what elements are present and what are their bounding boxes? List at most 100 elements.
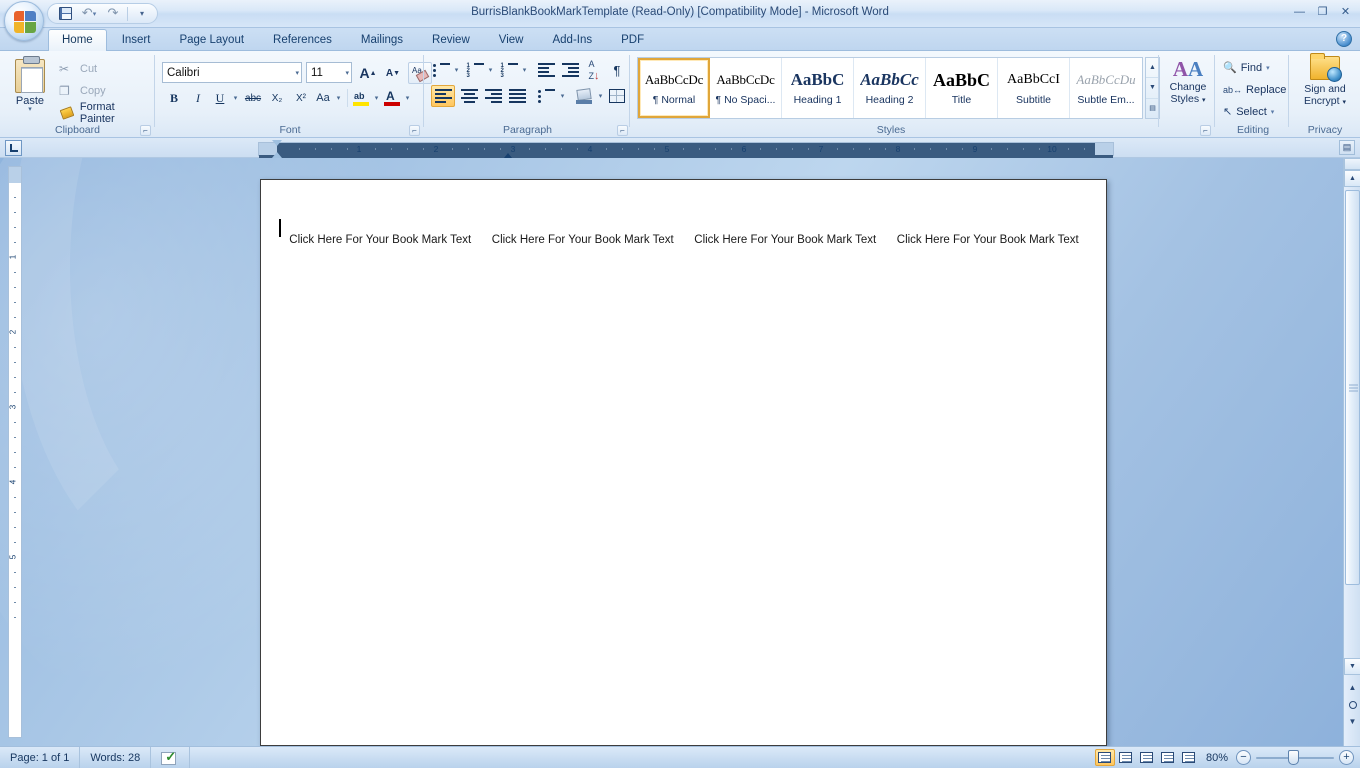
underline-caret-icon[interactable]: ▾ (230, 87, 241, 109)
show-formatting-marks-button[interactable]: ¶ (607, 59, 627, 81)
zoom-slider-thumb[interactable] (1288, 750, 1299, 765)
style-subtle-emphasis[interactable]: AaBbCcDu Subtle Em... (1070, 58, 1142, 118)
style-title[interactable]: AaBbC Title (926, 58, 998, 118)
style-no-spacing[interactable]: AaBbCcDc ¶ No Spaci... (710, 58, 782, 118)
horizontal-ruler[interactable]: 1 2 3 4 5 6 7 8 9 10 (258, 140, 1114, 183)
replace-button[interactable]: ab↔ Replace (1221, 79, 1288, 100)
restore-button[interactable]: ❐ (1312, 3, 1333, 20)
view-print-layout-button[interactable] (1094, 749, 1115, 766)
superscript-button[interactable]: X² (289, 87, 313, 109)
bookmark-text-4[interactable]: Click Here For Your Book Mark Text (887, 232, 1090, 249)
vertical-scrollbar[interactable]: ▲ ▼ ▲ ▼ (1343, 158, 1360, 746)
tab-home[interactable]: Home (48, 29, 107, 51)
text-highlight-button[interactable]: ab (351, 87, 371, 109)
increase-indent-button[interactable] (559, 59, 581, 81)
line-spacing-button[interactable] (535, 85, 557, 107)
change-case-caret-icon[interactable]: ▾ (333, 87, 344, 109)
find-button[interactable]: 🔍 Find ▾ (1221, 57, 1272, 78)
page-indicator[interactable]: Page: 1 of 1 (0, 746, 81, 768)
tab-pdf[interactable]: PDF (607, 29, 658, 51)
zoom-out-button[interactable]: − (1236, 750, 1251, 765)
zoom-in-button[interactable]: + (1339, 750, 1354, 765)
next-page-button[interactable]: ▼ (1345, 714, 1360, 729)
tab-insert[interactable]: Insert (108, 29, 165, 51)
grow-font-button[interactable]: A ▲ (356, 62, 380, 84)
zoom-level[interactable]: 80% (1200, 752, 1236, 764)
split-window-handle[interactable] (1344, 158, 1360, 170)
view-draft-button[interactable] (1179, 749, 1199, 766)
scroll-down-button[interactable]: ▼ (1344, 658, 1360, 675)
styles-dialog-launcher[interactable]: ⌐ (1200, 125, 1211, 136)
tab-stop-selector-button[interactable] (5, 140, 22, 156)
view-full-screen-reading-button[interactable] (1116, 749, 1136, 766)
paragraph-dialog-launcher[interactable]: ⌐ (617, 125, 628, 136)
proofing-status-button[interactable] (151, 746, 191, 768)
numbering-button[interactable]: 123 (465, 59, 485, 81)
previous-page-button[interactable]: ▲ (1345, 680, 1360, 695)
view-outline-button[interactable] (1158, 749, 1178, 766)
tab-view[interactable]: View (485, 29, 538, 51)
format-painter-button[interactable]: Format Painter (56, 101, 155, 125)
change-styles-button[interactable]: AA Change Styles ▾ (1164, 57, 1212, 119)
close-button[interactable]: ✕ (1335, 3, 1356, 20)
shading-button[interactable] (573, 85, 595, 107)
bullets-button[interactable] (431, 59, 451, 81)
bookmark-text-1[interactable]: Click Here For Your Book Mark Text (279, 232, 482, 249)
vertical-ruler[interactable]: 1 2 3 4 5 (8, 166, 22, 738)
bold-button[interactable]: B (162, 87, 186, 109)
style-heading-2[interactable]: AaBbCc Heading 2 (854, 58, 926, 118)
style-subtitle[interactable]: AaBbCcI Subtitle (998, 58, 1070, 118)
first-line-indent-marker[interactable] (272, 140, 282, 146)
bookmark-text-3[interactable]: Click Here For Your Book Mark Text (684, 232, 887, 249)
underline-button[interactable]: U (210, 87, 230, 109)
style-normal[interactable]: AaBbCcDc ¶ Normal (638, 58, 710, 118)
sign-and-encrypt-button[interactable]: Sign and Encrypt ▾ (1296, 53, 1354, 120)
line-spacing-caret-icon[interactable]: ▾ (557, 85, 568, 107)
subscript-button[interactable]: X₂ (265, 87, 289, 109)
align-left-button[interactable] (431, 85, 455, 107)
font-color-button[interactable]: A (382, 87, 402, 109)
italic-button[interactable]: I (186, 87, 210, 109)
save-button[interactable] (54, 5, 76, 22)
ruler-toggle-button[interactable]: ▤ (1339, 140, 1355, 155)
customize-quick-access-button[interactable]: ▾ (131, 5, 153, 22)
shading-caret-icon[interactable]: ▾ (595, 85, 606, 107)
style-heading-1[interactable]: AaBbC Heading 1 (782, 58, 854, 118)
font-name-combo[interactable]: Calibri ▾ (162, 62, 302, 83)
clipboard-dialog-launcher[interactable]: ⌐ (140, 125, 151, 136)
justify-button[interactable] (505, 85, 529, 107)
bullets-caret-icon[interactable]: ▾ (451, 59, 462, 81)
bookmark-text-2[interactable]: Click Here For Your Book Mark Text (482, 232, 685, 249)
zoom-slider[interactable] (1256, 750, 1334, 765)
sort-button[interactable]: A Z↓ (583, 59, 605, 82)
multilevel-caret-icon[interactable]: ▾ (519, 59, 530, 81)
font-size-combo[interactable]: 11 ▾ (306, 62, 352, 83)
font-dialog-launcher[interactable]: ⌐ (409, 125, 420, 136)
font-color-caret-icon[interactable]: ▾ (402, 87, 413, 109)
align-right-button[interactable] (481, 85, 505, 107)
tab-mailings[interactable]: Mailings (347, 29, 417, 51)
select-button[interactable]: ↖ Select ▾ (1221, 101, 1276, 122)
redo-button[interactable]: ↷ (102, 5, 124, 22)
scrollbar-thumb[interactable] (1345, 190, 1360, 585)
help-icon[interactable]: ? (1336, 31, 1352, 47)
change-case-button[interactable]: Aa (313, 87, 333, 109)
tab-review[interactable]: Review (418, 29, 484, 51)
align-center-button[interactable] (457, 85, 481, 107)
document-page[interactable]: Click Here For Your Book Mark Text Click… (260, 179, 1107, 746)
minimize-button[interactable]: — (1289, 3, 1310, 20)
office-button[interactable] (4, 1, 44, 41)
select-browse-object-button[interactable] (1345, 697, 1360, 712)
borders-button[interactable] (607, 85, 627, 107)
numbering-caret-icon[interactable]: ▾ (485, 59, 496, 81)
view-web-layout-button[interactable] (1137, 749, 1157, 766)
paste-button[interactable]: Paste ▾ (8, 56, 52, 119)
decrease-indent-button[interactable] (535, 59, 557, 81)
word-count[interactable]: Words: 28 (80, 746, 152, 768)
highlight-caret-icon[interactable]: ▾ (371, 87, 382, 109)
undo-button[interactable]: ↶ ▾ (78, 5, 100, 22)
cut-button[interactable]: ✂ Cut (56, 59, 100, 79)
scroll-up-button[interactable]: ▲ (1344, 170, 1360, 187)
tab-page-layout[interactable]: Page Layout (165, 29, 258, 51)
multilevel-list-button[interactable]: 123 (499, 59, 519, 81)
